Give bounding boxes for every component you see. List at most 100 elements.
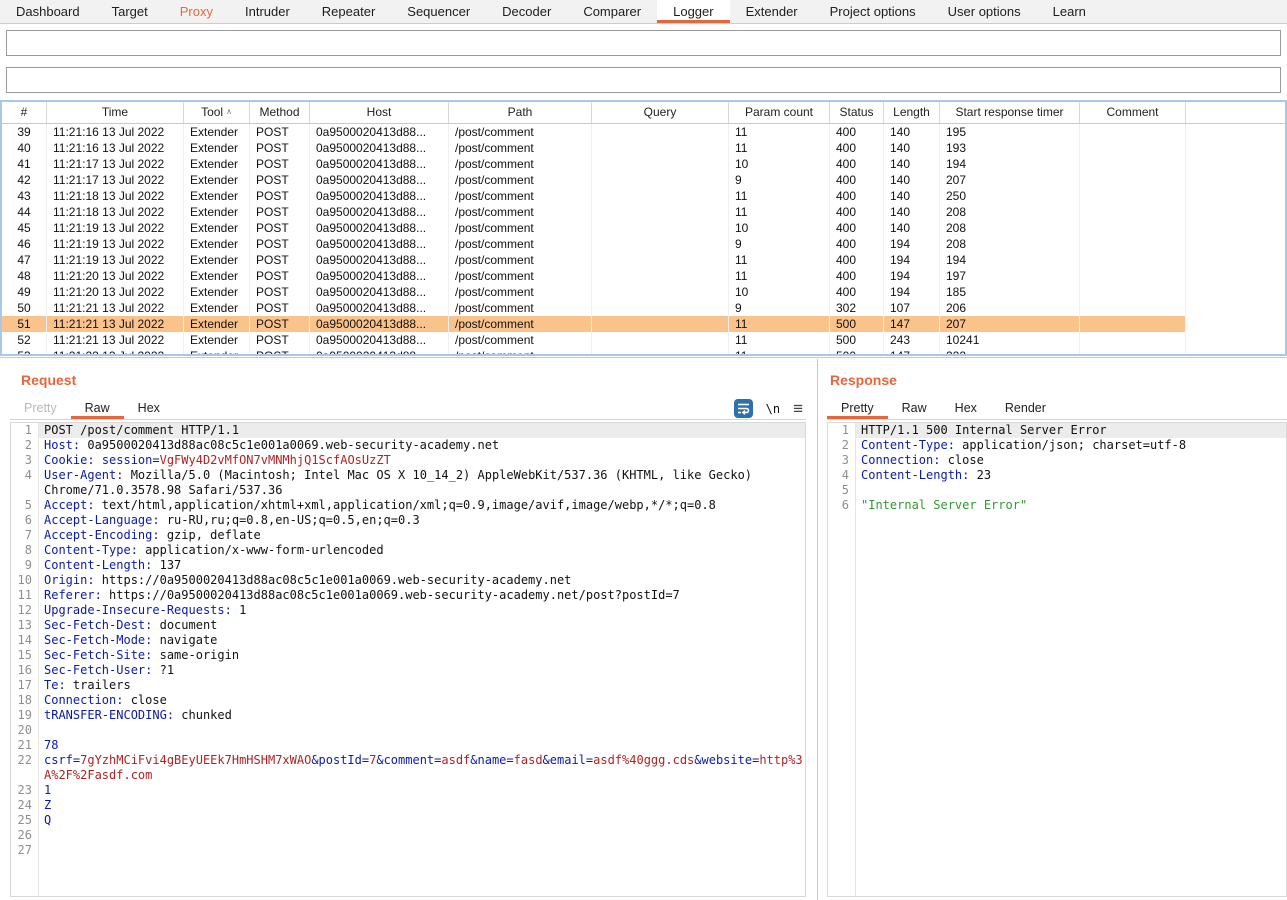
table-row-48[interactable]: 4811:21:20 13 Jul 2022ExtenderPOST0a9500… [2,268,1285,284]
column-header-tool[interactable]: Tool∧ [184,102,250,123]
table-row-51[interactable]: 5111:21:21 13 Jul 2022ExtenderPOST0a9500… [2,316,1285,332]
cell-host: 0a9500020413d88... [310,140,449,156]
table-row-42[interactable]: 4211:21:17 13 Jul 2022ExtenderPOST0a9500… [2,172,1285,188]
cell-host: 0a9500020413d88... [310,348,449,356]
column-header-method[interactable]: Method [250,102,310,123]
table-row-41[interactable]: 4111:21:17 13 Jul 2022ExtenderPOST0a9500… [2,156,1285,172]
cell-path: /post/comment [449,140,592,156]
table-row-53[interactable]: 5311:21:22 13 Jul 2022ExtenderPOST0a9500… [2,348,1285,356]
column-header-time[interactable]: Time [47,102,184,123]
column-header-param-count[interactable]: Param count [729,102,830,123]
cell-method: POST [250,316,310,332]
cell-filler [1186,188,1285,204]
cell-host: 0a9500020413d88... [310,284,449,300]
cell-filler [1186,252,1285,268]
line-number: 1 [11,423,38,438]
column-header-query[interactable]: Query [592,102,729,123]
line-number: 25 [11,813,38,828]
response-tab-raw[interactable]: Raw [888,398,941,419]
column-header-comment[interactable]: Comment [1080,102,1186,123]
line-content: Upgrade-Insecure-Requests: 1 [38,603,805,618]
cell-query [592,140,729,156]
cell-length: 140 [884,188,940,204]
menu-item-target[interactable]: Target [96,0,164,23]
column-header-host[interactable]: Host [310,102,449,123]
table-row-45[interactable]: 4511:21:19 13 Jul 2022ExtenderPOST0a9500… [2,220,1285,236]
cell-start-response-timer: 193 [940,140,1080,156]
line-content [38,843,805,858]
request-tab-raw[interactable]: Raw [71,398,124,419]
request-editor-icons: \n ≡ [734,398,803,419]
cell--: 39 [2,124,47,140]
menu-item-decoder[interactable]: Decoder [486,0,567,23]
cell--: 42 [2,172,47,188]
cell-filler [1186,140,1285,156]
menu-item-project-options[interactable]: Project options [814,0,932,23]
menu-item-intruder[interactable]: Intruder [229,0,306,23]
table-row-44[interactable]: 4411:21:18 13 Jul 2022ExtenderPOST0a9500… [2,204,1285,220]
menu-item-user-options[interactable]: User options [932,0,1037,23]
cell-path: /post/comment [449,172,592,188]
request-line-18: 18Connection: close [11,693,805,708]
column-header-status[interactable]: Status [830,102,884,123]
column-header--[interactable]: # [2,102,47,123]
response-tab-render[interactable]: Render [991,398,1060,419]
line-content: Content-Type: application/json; charset=… [855,438,1286,453]
cell--: 45 [2,220,47,236]
line-number: 15 [11,648,38,663]
line-content: Referer: https://0a9500020413d88ac08c5c1… [38,588,805,603]
cell-tool: Extender [184,236,250,252]
request-line-24: 24Z [11,798,805,813]
line-content: Content-Type: application/x-www-form-url… [38,543,805,558]
column-header-start-response-timer[interactable]: Start response timer [940,102,1080,123]
menu-item-logger[interactable]: Logger [657,0,729,23]
menu-item-sequencer[interactable]: Sequencer [391,0,486,23]
cell-param-count: 10 [729,220,830,236]
table-row-43[interactable]: 4311:21:18 13 Jul 2022ExtenderPOST0a9500… [2,188,1285,204]
cell-length: 147 [884,316,940,332]
menu-item-repeater[interactable]: Repeater [306,0,391,23]
cell-status: 500 [830,316,884,332]
table-row-47[interactable]: 4711:21:19 13 Jul 2022ExtenderPOST0a9500… [2,252,1285,268]
line-number: 2 [828,438,855,453]
cell-param-count: 9 [729,172,830,188]
cell-param-count: 11 [729,204,830,220]
table-row-39[interactable]: 3911:21:16 13 Jul 2022ExtenderPOST0a9500… [2,124,1285,140]
table-editor-split-divider[interactable] [0,357,1287,358]
response-line-4: 4Content-Length: 23 [828,468,1286,483]
response-tab-hex[interactable]: Hex [941,398,991,419]
cell-host: 0a9500020413d88... [310,220,449,236]
line-content: 78 [38,738,805,753]
cell-query [592,236,729,252]
menu-item-proxy[interactable]: Proxy [164,0,229,23]
request-editor[interactable]: 1POST /post/comment HTTP/1.12Host: 0a950… [10,422,806,897]
table-row-52[interactable]: 5211:21:21 13 Jul 2022ExtenderPOST0a9500… [2,332,1285,348]
newline-characters-icon[interactable]: \n [766,402,780,416]
column-header-path[interactable]: Path [449,102,592,123]
request-tab-hex[interactable]: Hex [124,398,174,419]
menu-item-learn[interactable]: Learn [1037,0,1102,23]
cell-method: POST [250,236,310,252]
table-row-50[interactable]: 5011:21:21 13 Jul 2022ExtenderPOST0a9500… [2,300,1285,316]
cell-query [592,124,729,140]
response-tab-pretty[interactable]: Pretty [827,398,888,419]
request-line-2: 2Host: 0a9500020413d88ac08c5c1e001a0069.… [11,438,805,453]
line-number: 2 [11,438,38,453]
cell-host: 0a9500020413d88... [310,188,449,204]
table-row-46[interactable]: 4611:21:19 13 Jul 2022ExtenderPOST0a9500… [2,236,1285,252]
soft-wrap-icon[interactable] [734,399,753,418]
response-editor[interactable]: 1HTTP/1.1 500 Internal Server Error2Cont… [827,422,1287,897]
menu-item-dashboard[interactable]: Dashboard [0,0,96,23]
capture-filter-bar[interactable]: Capture filter: Logger memory limit set … [6,30,1281,56]
editor-menu-icon[interactable]: ≡ [793,399,803,418]
table-row-49[interactable]: 4911:21:20 13 Jul 2022ExtenderPOST0a9500… [2,284,1285,300]
column-header-length[interactable]: Length [884,102,940,123]
table-row-40[interactable]: 4011:21:16 13 Jul 2022ExtenderPOST0a9500… [2,140,1285,156]
request-tab-pretty[interactable]: Pretty [10,398,71,419]
cell-start-response-timer: 206 [940,300,1080,316]
view-filter-bar[interactable]: View filter: Showing all items [6,67,1281,93]
menu-item-extender[interactable]: Extender [730,0,814,23]
line-number: 10 [11,573,38,588]
cell-method: POST [250,348,310,356]
menu-item-comparer[interactable]: Comparer [567,0,657,23]
